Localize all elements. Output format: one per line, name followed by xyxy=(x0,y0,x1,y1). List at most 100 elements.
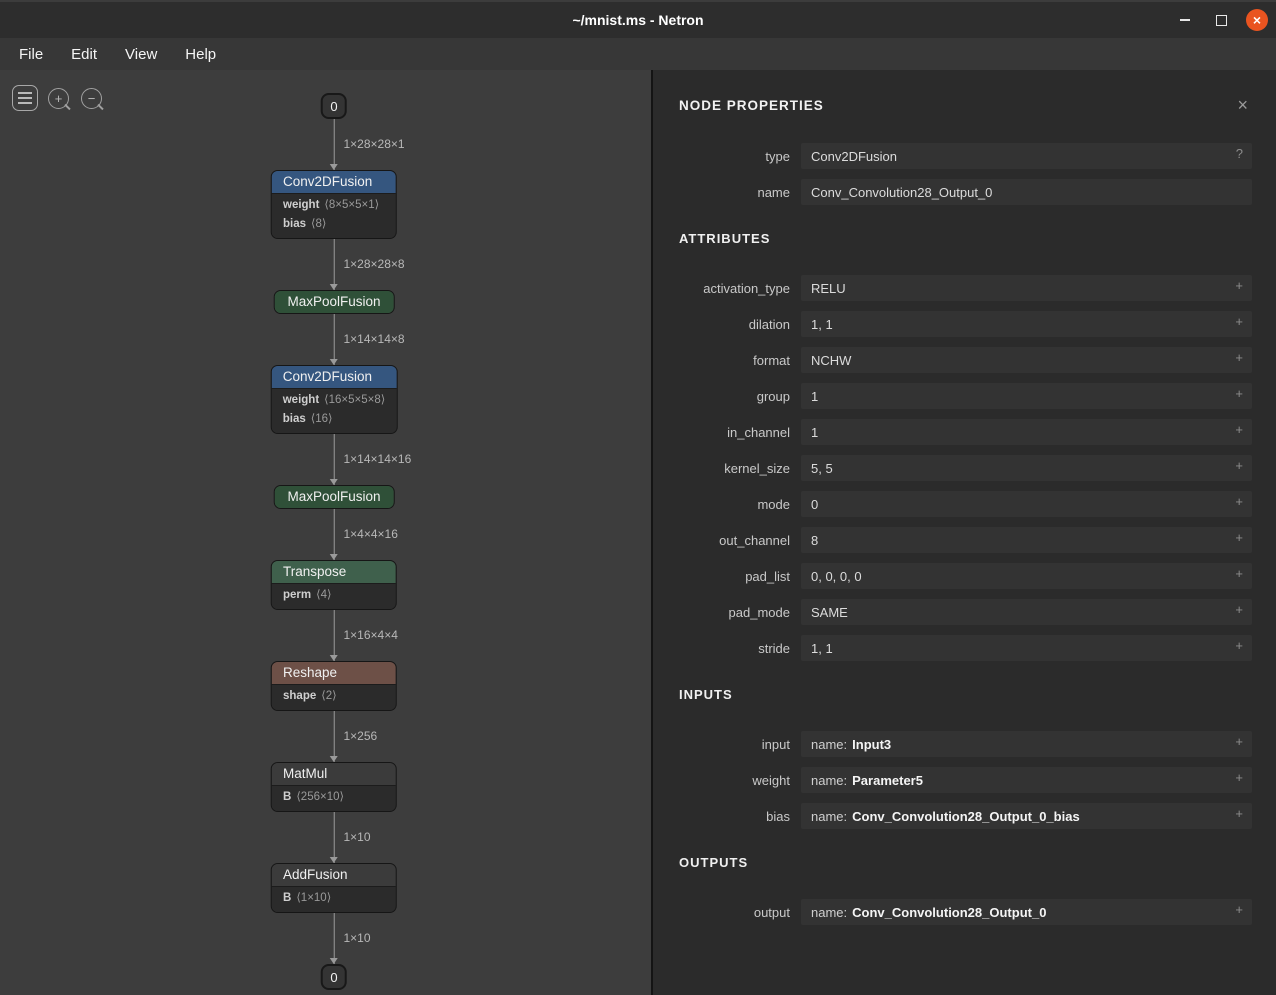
expand-icon[interactable]: + xyxy=(1235,315,1243,328)
edge-shape-label[interactable]: 1×14×14×8 xyxy=(344,331,405,345)
field-value: 1 xyxy=(811,389,818,404)
menu-item-help[interactable]: Help xyxy=(174,43,227,66)
field-value: Parameter5 xyxy=(852,773,923,788)
menu-item-edit[interactable]: Edit xyxy=(60,43,108,66)
property-field-bias[interactable]: name:Conv_Convolution28_Output_0_bias+ xyxy=(801,803,1252,829)
expand-icon[interactable]: + xyxy=(1235,387,1243,400)
graph-node-attribute-row: B⟨256×10⟩ xyxy=(272,788,396,807)
property-field-dilation[interactable]: 1, 1+ xyxy=(801,311,1252,337)
panel-close-button[interactable]: × xyxy=(1237,98,1248,112)
title-bar: ~/mnist.ms - Netron × xyxy=(0,0,1276,38)
property-label-output: output xyxy=(679,905,801,920)
close-button[interactable]: × xyxy=(1246,9,1268,31)
graph-node-title: Conv2DFusion xyxy=(272,366,397,388)
graph-column: 01×28×28×1Conv2DFusionweight⟨8×5×5×1⟩bia… xyxy=(271,93,398,990)
expand-icon[interactable]: + xyxy=(1235,567,1243,580)
graph-node-attributes: B⟨1×10⟩ xyxy=(272,886,396,912)
property-label-name: name xyxy=(679,185,801,200)
expand-icon[interactable]: + xyxy=(1235,735,1243,748)
expand-icon[interactable]: + xyxy=(1235,771,1243,784)
edge-shape-label[interactable]: 1×4×4×16 xyxy=(344,526,398,540)
expand-icon[interactable]: + xyxy=(1235,459,1243,472)
graph-node-attribute-row: perm⟨4⟩ xyxy=(272,586,396,605)
graph-edge: 1×14×14×16 xyxy=(334,434,335,485)
edge-shape-label[interactable]: 1×28×28×1 xyxy=(344,136,405,150)
property-field-output[interactable]: name:Conv_Convolution28_Output_0+ xyxy=(801,899,1252,925)
property-row: weightname:Parameter5+ xyxy=(679,767,1252,793)
property-field-format[interactable]: NCHW+ xyxy=(801,347,1252,373)
graph-node-maxpoolfusion[interactable]: MaxPoolFusion xyxy=(273,290,394,314)
field-value: 8 xyxy=(811,533,818,548)
property-field-out_channel[interactable]: 8+ xyxy=(801,527,1252,553)
graph-edge: 1×16×4×4 xyxy=(334,610,335,661)
edge-shape-label[interactable]: 1×16×4×4 xyxy=(344,627,398,641)
graph-node-reshape[interactable]: Reshapeshape⟨2⟩ xyxy=(271,661,397,711)
minimize-button[interactable] xyxy=(1174,9,1196,31)
graph-node-conv2dfusion[interactable]: Conv2DFusionweight⟨16×5×5×8⟩bias⟨16⟩ xyxy=(271,365,398,434)
property-field-stride[interactable]: 1, 1 + xyxy=(801,635,1252,661)
attribute-value: ⟨16×5×5×8⟩ xyxy=(324,394,385,406)
maximize-button[interactable] xyxy=(1210,9,1232,31)
field-value: 0 xyxy=(811,497,818,512)
field-value: Input3 xyxy=(852,737,891,752)
attribute-name: bias xyxy=(283,413,306,425)
graph-node-title: MaxPoolFusion xyxy=(274,486,393,508)
graph-node-attributes: weight⟨8×5×5×1⟩bias⟨8⟩ xyxy=(272,193,396,238)
expand-icon[interactable]: + xyxy=(1235,603,1243,616)
property-row: group1+ xyxy=(679,383,1252,409)
window-title: ~/mnist.ms - Netron xyxy=(0,12,1276,28)
property-field-kernel_size[interactable]: 5, 5+ xyxy=(801,455,1252,481)
property-field-activation_type[interactable]: RELU+ xyxy=(801,275,1252,301)
hamburger-icon xyxy=(18,92,32,104)
zoom-in-button[interactable]: + xyxy=(46,86,71,111)
property-field-group[interactable]: 1+ xyxy=(801,383,1252,409)
expand-icon[interactable]: + xyxy=(1235,531,1243,544)
edge-shape-label[interactable]: 1×28×28×8 xyxy=(344,256,405,270)
sidebar-menu-button[interactable] xyxy=(12,85,38,111)
field-value: 1, 1 xyxy=(811,641,833,656)
edge-shape-label[interactable]: 1×14×14×16 xyxy=(344,451,412,465)
edge-shape-label[interactable]: 1×256 xyxy=(344,728,378,742)
graph-node-maxpoolfusion[interactable]: MaxPoolFusion xyxy=(273,485,394,509)
zoom-out-button[interactable]: − xyxy=(79,86,104,111)
property-field-weight[interactable]: name: Parameter5 + xyxy=(801,767,1252,793)
expand-icon[interactable]: + xyxy=(1235,903,1243,916)
property-field-type[interactable]: Conv2DFusion? xyxy=(801,143,1252,169)
graph-toolbar: + − xyxy=(12,85,104,111)
menu-item-file[interactable]: File xyxy=(8,43,54,66)
expand-icon[interactable]: + xyxy=(1235,495,1243,508)
property-field-mode[interactable]: 0+ xyxy=(801,491,1252,517)
property-field-pad_mode[interactable]: SAME+ xyxy=(801,599,1252,625)
expand-icon[interactable]: + xyxy=(1235,351,1243,364)
property-field-name[interactable]: Conv_Convolution28_Output_0 xyxy=(801,179,1252,205)
graph-node-transpose[interactable]: Transpose perm⟨4⟩ xyxy=(271,560,397,610)
property-field-pad_list[interactable]: 0, 0, 0, 0 + xyxy=(801,563,1252,589)
menu-item-view[interactable]: View xyxy=(114,43,168,66)
graph-terminal-node[interactable]: 0 xyxy=(321,964,347,990)
edge-shape-label[interactable]: 1×10 xyxy=(344,930,371,944)
graph-node-attribute-row: weight⟨16×5×5×8⟩ xyxy=(272,391,397,410)
graph-canvas[interactable]: + − 01×28×28×1Conv2DFusionweight⟨8×5×5×1… xyxy=(0,70,651,995)
graph-terminal-node[interactable]: 0 xyxy=(321,93,347,119)
property-field-input[interactable]: name:Input3+ xyxy=(801,731,1252,757)
magnifier-minus-icon: − xyxy=(81,88,102,109)
menu-bar: File Edit View Help xyxy=(0,38,1276,70)
expand-icon[interactable]: + xyxy=(1235,639,1243,652)
expand-icon[interactable]: + xyxy=(1235,279,1243,292)
graph-node-conv2dfusion[interactable]: Conv2DFusionweight⟨8×5×5×1⟩bias⟨8⟩ xyxy=(271,170,397,239)
expand-icon[interactable]: + xyxy=(1235,423,1243,436)
property-label-type: type xyxy=(679,149,801,164)
field-value: 0, 0, 0, 0 xyxy=(811,569,862,584)
graph-node-matmul[interactable]: MatMulB⟨256×10⟩ xyxy=(271,762,397,812)
property-row: mode0+ xyxy=(679,491,1252,517)
help-icon[interactable]: ? xyxy=(1236,147,1243,160)
expand-icon[interactable]: + xyxy=(1235,807,1243,820)
field-value-prefix: name: xyxy=(811,773,847,788)
graph-node-title: Transpose xyxy=(272,561,396,583)
section-heading-outputs: OUTPUTS xyxy=(679,855,1252,870)
property-field-in_channel[interactable]: 1+ xyxy=(801,419,1252,445)
edge-shape-label[interactable]: 1×10 xyxy=(344,829,371,843)
graph-node-attribute-row: weight⟨8×5×5×1⟩ xyxy=(272,196,396,215)
property-row: activation_typeRELU+ xyxy=(679,275,1252,301)
graph-node-addfusion[interactable]: AddFusionB⟨1×10⟩ xyxy=(271,863,397,913)
